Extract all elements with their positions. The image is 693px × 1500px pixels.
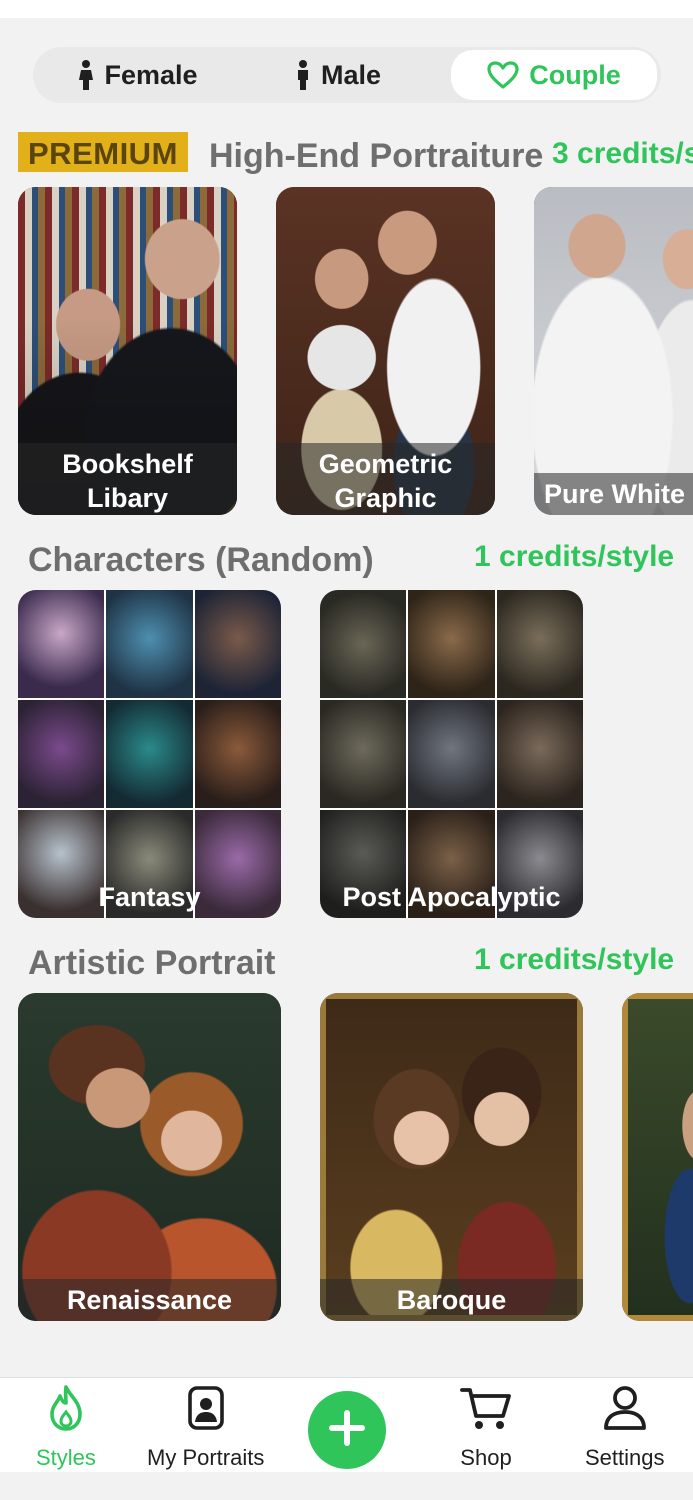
male-icon: [295, 60, 311, 90]
style-card-label: Pure White: [534, 473, 693, 515]
premium-badge: PREMIUM: [18, 132, 188, 172]
section-credits-high-end: 3 credits/s: [552, 137, 693, 170]
heart-icon: [487, 61, 519, 89]
tab-female[interactable]: Female: [53, 50, 223, 100]
section-credits-artistic: 1 credits/style: [474, 943, 675, 976]
style-card-post-apocalyptic[interactable]: Post Apocalyptic: [320, 590, 583, 918]
section-title-characters: Characters (Random): [28, 541, 374, 579]
cart-icon: [459, 1384, 513, 1437]
gender-segmented-control: Female Male Couple: [33, 47, 661, 103]
female-icon: [78, 60, 94, 90]
nav-shop[interactable]: Shop: [459, 1384, 513, 1471]
style-thumbnail: [622, 993, 693, 1321]
style-card-label: Bookshelf Libary: [18, 443, 237, 515]
tab-male-label: Male: [320, 59, 382, 90]
style-thumbnail: [18, 993, 281, 1321]
style-card-bookshelf-libary[interactable]: Bookshelf Libary: [18, 187, 237, 515]
nav-styles[interactable]: Styles: [36, 1384, 96, 1471]
nav-settings-label: Settings: [585, 1445, 665, 1470]
nav-shop-label: Shop: [460, 1445, 512, 1470]
style-card-label: Renaissance: [18, 1279, 281, 1321]
nav-my-portraits[interactable]: My Portraits: [147, 1384, 264, 1471]
tab-couple-label: Couple: [529, 59, 621, 90]
user-icon: [601, 1384, 649, 1437]
style-card-geometric-graphic[interactable]: Geometric Graphic: [276, 187, 495, 515]
portrait-icon: [186, 1384, 226, 1437]
tab-male[interactable]: Male: [273, 50, 403, 100]
create-portrait-button[interactable]: [308, 1391, 386, 1469]
style-card-baroque[interactable]: Baroque: [320, 993, 583, 1321]
system-gesture-bar: [0, 1472, 693, 1500]
style-card-fantasy[interactable]: Fantasy: [18, 590, 281, 918]
style-card-label: Fantasy: [98, 882, 201, 912]
tab-couple[interactable]: Couple: [451, 50, 657, 100]
style-thumbnail: [534, 187, 693, 515]
style-card-pure-white[interactable]: Pure White: [534, 187, 693, 515]
section-title-high-end: High-End Portraiture: [209, 137, 544, 175]
tab-female-label: Female: [104, 59, 198, 90]
style-card-partial[interactable]: [622, 993, 693, 1321]
nav-my-portraits-label: My Portraits: [147, 1445, 265, 1470]
style-thumbnail: [320, 993, 583, 1321]
nav-styles-label: Styles: [36, 1445, 96, 1470]
nav-settings[interactable]: Settings: [585, 1384, 665, 1471]
style-card-renaissance[interactable]: Renaissance: [18, 993, 281, 1321]
style-card-label: Geometric Graphic: [276, 443, 495, 515]
style-card-label: Baroque: [320, 1279, 583, 1321]
style-thumbnail-grid: [18, 590, 281, 918]
style-thumbnail-grid: [320, 590, 583, 918]
section-credits-characters: 1 credits/style: [474, 540, 675, 573]
style-card-label: Post Apocalyptic: [342, 882, 561, 912]
status-bar: [0, 0, 693, 18]
flame-icon: [46, 1384, 86, 1437]
plus-icon: [329, 1409, 365, 1451]
section-title-artistic: Artistic Portrait: [28, 944, 276, 982]
